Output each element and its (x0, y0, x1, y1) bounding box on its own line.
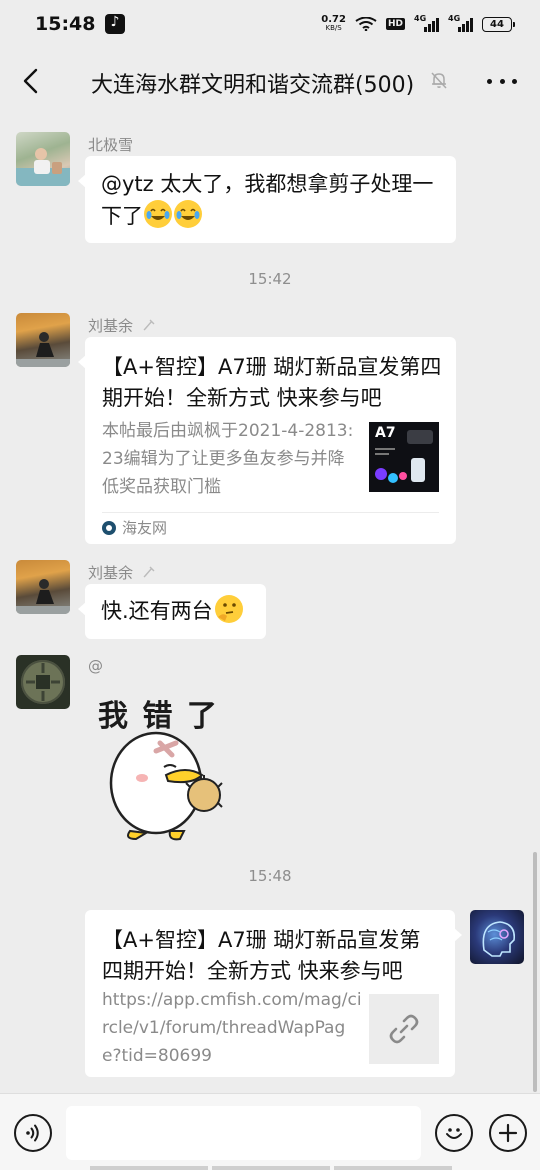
link-card[interactable]: 【A+智控】A7珊 瑚灯新品宣发第四期开始！全新方式 快来参与吧 本帖最后由飒枫… (78, 337, 456, 544)
link-card-title: 【A+智控】A7珊 瑚灯新品宣发第四期开始！全新方式 快来参与吧 (102, 355, 442, 410)
message-text: @ytz 太大了，我都想拿剪子处理一下了 (101, 172, 434, 228)
link-card[interactable]: 【A+智控】A7珊 瑚灯新品宣发第四期开始！全新方式 快来参与吧 https:/… (85, 910, 462, 1077)
link-card-source: 海友网 (102, 517, 167, 538)
back-chevron-icon (23, 68, 38, 94)
network-speed: 0.72 KB/S (321, 14, 346, 33)
battery-icon: 44 (482, 16, 515, 32)
duck-sticker-icon (109, 731, 223, 841)
message-text: 快.还有两台 (101, 595, 250, 627)
link-card-title: 【A+智控】A7珊 瑚灯新品宣发第四期开始！全新方式 快来参与吧 (102, 928, 421, 983)
link-card-thumbnail (369, 994, 439, 1064)
tiktok-notification-icon (105, 14, 126, 34)
signal-icon-2: 4G (448, 14, 473, 32)
message-input[interactable] (66, 1106, 421, 1160)
status-time: 15:48 (35, 13, 96, 35)
link-card-description: 本帖最后由飒枫于2021-4-2813:23编辑为了让更多鱼友参与并降低奖品获取… (102, 421, 354, 497)
sender-name: 刘基余 (88, 315, 156, 336)
avatar[interactable] (16, 655, 70, 709)
input-bar (0, 1093, 540, 1170)
nav-hint (212, 1166, 330, 1170)
more-functions-button[interactable] (489, 1114, 527, 1152)
thinking-emoji-icon (214, 595, 243, 623)
link-icon (389, 1014, 419, 1044)
message-bubble[interactable]: @ytz 太大了，我都想拿剪子处理一下了 (78, 156, 456, 243)
avatar[interactable] (470, 910, 524, 964)
more-options-button[interactable] (483, 68, 521, 94)
emoji-icon (446, 1128, 462, 1139)
timestamp: 15:42 (248, 270, 292, 288)
sender-name: 刘基余 (88, 562, 156, 583)
more-dots-icon (487, 78, 492, 84)
avatar[interactable] (16, 560, 70, 614)
haiyou-logo-icon (102, 520, 116, 535)
sticker-image[interactable]: 我 错 了 (94, 683, 234, 841)
emoji-button[interactable] (435, 1114, 473, 1152)
sender-name: 北极雪 (88, 136, 134, 154)
plus-icon (498, 1123, 518, 1143)
laugh-cry-emoji-icon (144, 200, 172, 228)
pin-tag-icon (143, 319, 155, 331)
chat-title: 大连海水群文明和谐交流群(500) (91, 73, 415, 98)
nav-hint (334, 1166, 452, 1170)
message-bubble[interactable]: 快.还有两台 (78, 584, 266, 639)
signal-icon-1: 4G (414, 14, 439, 32)
hd-voice-badge: HD (385, 18, 405, 30)
voice-icon (26, 1124, 39, 1142)
muted-bell-icon (431, 72, 447, 89)
chat-header: 大连海水群文明和谐交流群(500) (0, 48, 540, 114)
sender-name: @ (88, 657, 103, 675)
nav-hint (90, 1166, 208, 1170)
laugh-cry-emoji-icon (174, 200, 202, 228)
status-bar: 15:48 0.72 KB/S HD 4G 4G 44 (0, 0, 540, 48)
wifi-icon (355, 17, 377, 31)
pin-tag-icon (143, 566, 155, 578)
card-divider (102, 512, 439, 513)
scrollbar[interactable] (533, 852, 537, 1092)
link-card-url: https://app.cmfish.com/mag/circle/v1/for… (102, 990, 362, 1066)
avatar[interactable] (16, 132, 70, 186)
link-card-thumbnail: A7 (369, 422, 439, 492)
avatar[interactable] (16, 313, 70, 367)
back-button[interactable] (14, 64, 48, 98)
timestamp: 15:48 (248, 867, 292, 885)
voice-input-button[interactable] (14, 1114, 52, 1152)
